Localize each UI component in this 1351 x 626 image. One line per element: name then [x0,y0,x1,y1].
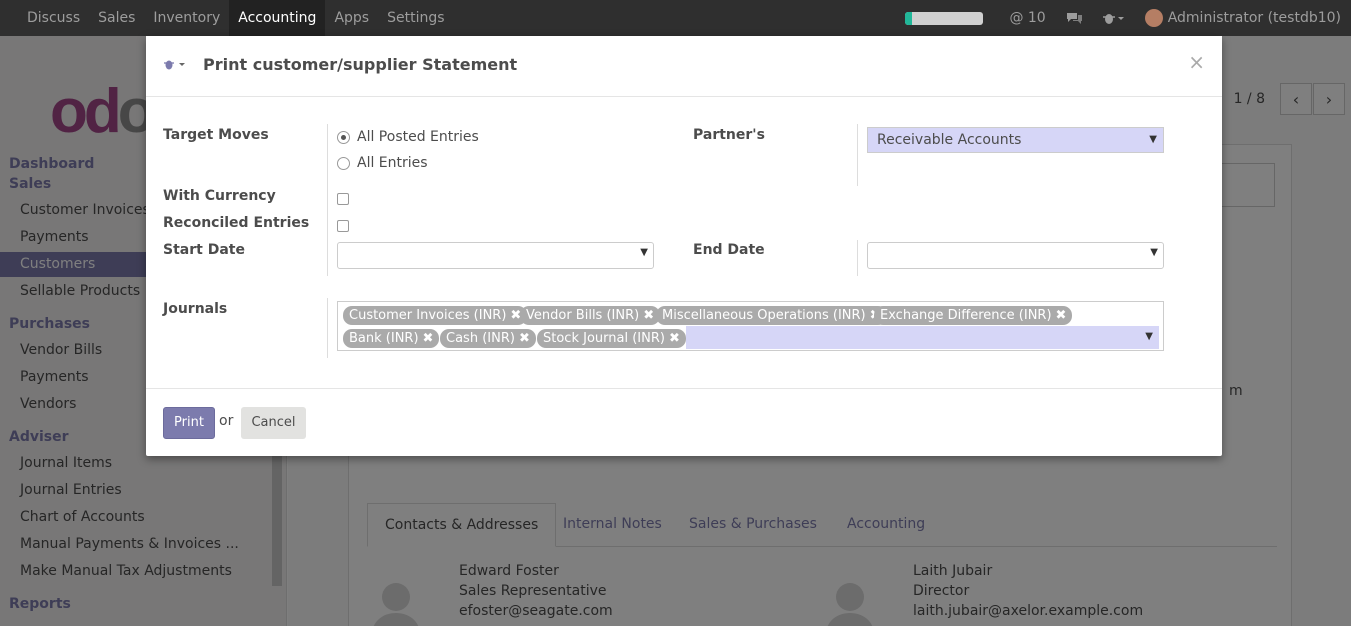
radio-all-entries[interactable]: All Entries [337,155,428,171]
menu-settings[interactable]: Settings [378,0,453,36]
field-divider [327,124,328,276]
systray: @ 10 Administrator (testdb10) [905,0,1351,36]
journals-many2many: Customer Invoices (INR) ✖ Vendor Bills (I… [337,301,1164,351]
reconciled-entries-label: Reconciled Entries [163,215,310,231]
remove-tag-icon[interactable]: ✖ [669,331,680,346]
partners-label: Partner's [693,127,765,143]
with-currency-label: With Currency [163,188,276,204]
menu-accounting[interactable]: Accounting [229,0,326,36]
user-menu[interactable]: Administrator (testdb10) [1135,9,1351,27]
remove-tag-icon[interactable]: ✖ [643,308,654,323]
debug-bug-icon[interactable] [1093,11,1135,25]
caret-down-icon: ▼ [1145,331,1153,342]
radio-checked-icon [337,130,350,144]
cancel-button[interactable]: Cancel [241,407,306,439]
journal-tag: Vendor Bills (INR) ✖ [520,306,661,325]
target-moves-label: Target Moves [163,127,269,143]
journal-tag: Exchange Difference (INR) ✖ [874,306,1073,325]
radio-label: All Entries [357,155,428,171]
journal-tag-label: Exchange Difference (INR) [880,308,1052,323]
caret-down-icon: ▼ [1150,247,1158,258]
dialog-title: Print customer/supplier Statement [203,55,518,74]
journal-tag-label: Cash (INR) [446,331,515,346]
or-text: or [219,413,234,429]
journal-tag-label: Bank (INR) [349,331,419,346]
dialog-footer: Print or Cancel [146,388,1222,456]
partners-select-value: Receivable Accounts [877,132,1022,148]
field-divider [327,298,328,358]
menu-sales[interactable]: Sales [89,0,144,36]
radio-all-posted-entries[interactable]: All Posted Entries [337,129,479,145]
journal-tag: Miscellaneous Operations (INR)✖ [656,306,887,325]
progress-fill [905,11,912,25]
journals-label: Journals [163,301,228,317]
partners-select[interactable]: Receivable Accounts ▼ [867,127,1164,153]
menu-inventory[interactable]: Inventory [144,0,229,36]
start-date-input[interactable]: ▼ [337,242,654,269]
user-avatar [1144,9,1163,27]
caret-down-icon: ▼ [640,247,648,258]
debug-bug-icon[interactable] [164,58,188,74]
field-divider [857,240,858,276]
remove-tag-icon[interactable]: ✖ [519,331,530,346]
reconciled-entries-checkbox[interactable] [337,220,349,232]
start-date-label: Start Date [163,242,245,258]
journal-tag: Bank (INR) ✖ [343,329,440,348]
journal-tag-label: Stock Journal (INR) [543,331,665,346]
planner-progress-bar[interactable] [905,11,984,25]
top-navbar: Discuss Sales Inventory Accounting Apps … [0,0,1351,36]
menu-apps[interactable]: Apps [325,0,378,36]
print-button[interactable]: Print [163,407,215,439]
end-date-input[interactable]: ▼ [867,242,1164,269]
radio-unchecked-icon [337,156,350,170]
with-currency-checkbox[interactable] [337,193,349,205]
mentions-counter[interactable]: @ 10 [999,10,1055,26]
dialog-header: Print customer/supplier Statement × [146,36,1222,97]
radio-label: All Posted Entries [357,129,479,145]
menu-discuss[interactable]: Discuss [18,0,89,36]
close-icon[interactable]: × [1188,50,1205,74]
journal-tag: Cash (INR) ✖ [440,329,536,348]
remove-tag-icon[interactable]: ✖ [423,331,434,346]
field-divider [857,124,858,186]
journal-tag-label: Customer Invoices (INR) [349,308,507,323]
journals-input[interactable]: ▼ [686,326,1159,349]
journal-tag-label: Miscellaneous Operations (INR) [662,308,866,323]
end-date-label: End Date [693,242,765,258]
app-menu: Discuss Sales Inventory Accounting Apps … [0,0,454,36]
journal-tag: Customer Invoices (INR) ✖ [343,306,528,325]
print-statement-dialog: Print customer/supplier Statement × Targ… [146,36,1222,456]
chat-icon[interactable] [1056,11,1093,25]
remove-tag-icon[interactable]: ✖ [1056,308,1067,323]
journal-tag-label: Vendor Bills (INR) [526,308,640,323]
caret-down-icon: ▼ [1149,134,1157,145]
user-name: Administrator (testdb10) [1167,10,1341,26]
journal-tag: Stock Journal (INR) ✖ [537,329,686,348]
